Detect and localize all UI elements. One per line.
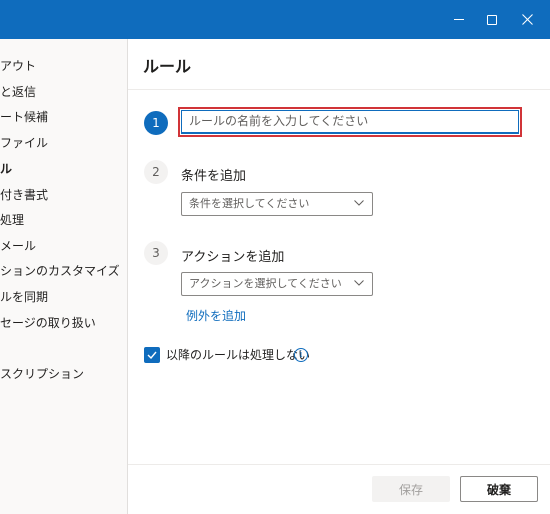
action-dropdown-value: アクションを選択してください <box>189 277 342 290</box>
step-2-badge: 2 <box>144 160 168 184</box>
page-title: ルール <box>143 57 192 76</box>
sidebar-item-rules[interactable]: ル <box>0 159 12 179</box>
step-3-badge: 3 <box>144 241 168 265</box>
sidebar-item-smart-suggestions[interactable]: ート候補 <box>0 107 48 127</box>
sidebar-item-attachments[interactable]: ファイル <box>0 133 48 153</box>
settings-sidebar: アウト と返信 ート候補 ファイル ル 付き書式 処理 メール ションのカスタマ… <box>0 39 128 514</box>
info-icon[interactable]: i <box>294 348 308 362</box>
save-button[interactable]: 保存 <box>372 476 450 502</box>
maximize-icon <box>487 14 497 25</box>
minimize-button[interactable] <box>442 0 476 39</box>
rules-panel: ルール 1 ルールの名前を入力してください 2 条件を追加 条件を選択してくださ… <box>128 39 550 514</box>
condition-dropdown[interactable]: 条件を選択してください <box>181 192 373 216</box>
sidebar-item-subscriptions[interactable]: スクリプション <box>0 364 84 384</box>
sidebar-item-compose-reply[interactable]: と返信 <box>0 82 36 102</box>
step-1-badge: 1 <box>144 111 168 135</box>
stop-processing-checkbox[interactable] <box>144 347 160 363</box>
minimize-icon <box>454 19 464 20</box>
sidebar-item-message-handling[interactable]: セージの取り扱い <box>0 313 96 333</box>
add-condition-label: 条件を追加 <box>181 169 247 184</box>
condition-dropdown-value: 条件を選択してください <box>189 197 310 210</box>
discard-button[interactable]: 破棄 <box>460 476 538 502</box>
sidebar-item-layout[interactable]: アウト <box>0 56 36 76</box>
sidebar-item-junk-email[interactable]: メール <box>0 236 36 256</box>
action-dropdown[interactable]: アクションを選択してください <box>181 272 373 296</box>
footer-divider <box>128 464 550 465</box>
stop-processing-label[interactable]: 以降のルールは処理しない <box>166 347 310 363</box>
sidebar-item-sweep[interactable]: 処理 <box>0 210 24 230</box>
rule-name-input[interactable]: ルールの名前を入力してください <box>178 107 522 137</box>
close-icon <box>521 14 533 25</box>
maximize-button[interactable] <box>475 0 509 39</box>
sidebar-item-sync-email[interactable]: ルを同期 <box>0 287 48 307</box>
add-action-label: アクションを追加 <box>181 250 285 265</box>
sidebar-item-conditional-formatting[interactable]: 付き書式 <box>0 185 48 205</box>
close-button[interactable] <box>510 0 544 39</box>
title-divider <box>128 89 550 90</box>
title-bar <box>0 0 550 39</box>
sidebar-item-customize-actions[interactable]: ションのカスタマイズ <box>0 261 120 281</box>
checkmark-icon <box>147 351 157 359</box>
chevron-down-icon <box>354 280 364 286</box>
chevron-down-icon <box>354 200 364 206</box>
add-exception-link[interactable]: 例外を追加 <box>186 307 246 324</box>
